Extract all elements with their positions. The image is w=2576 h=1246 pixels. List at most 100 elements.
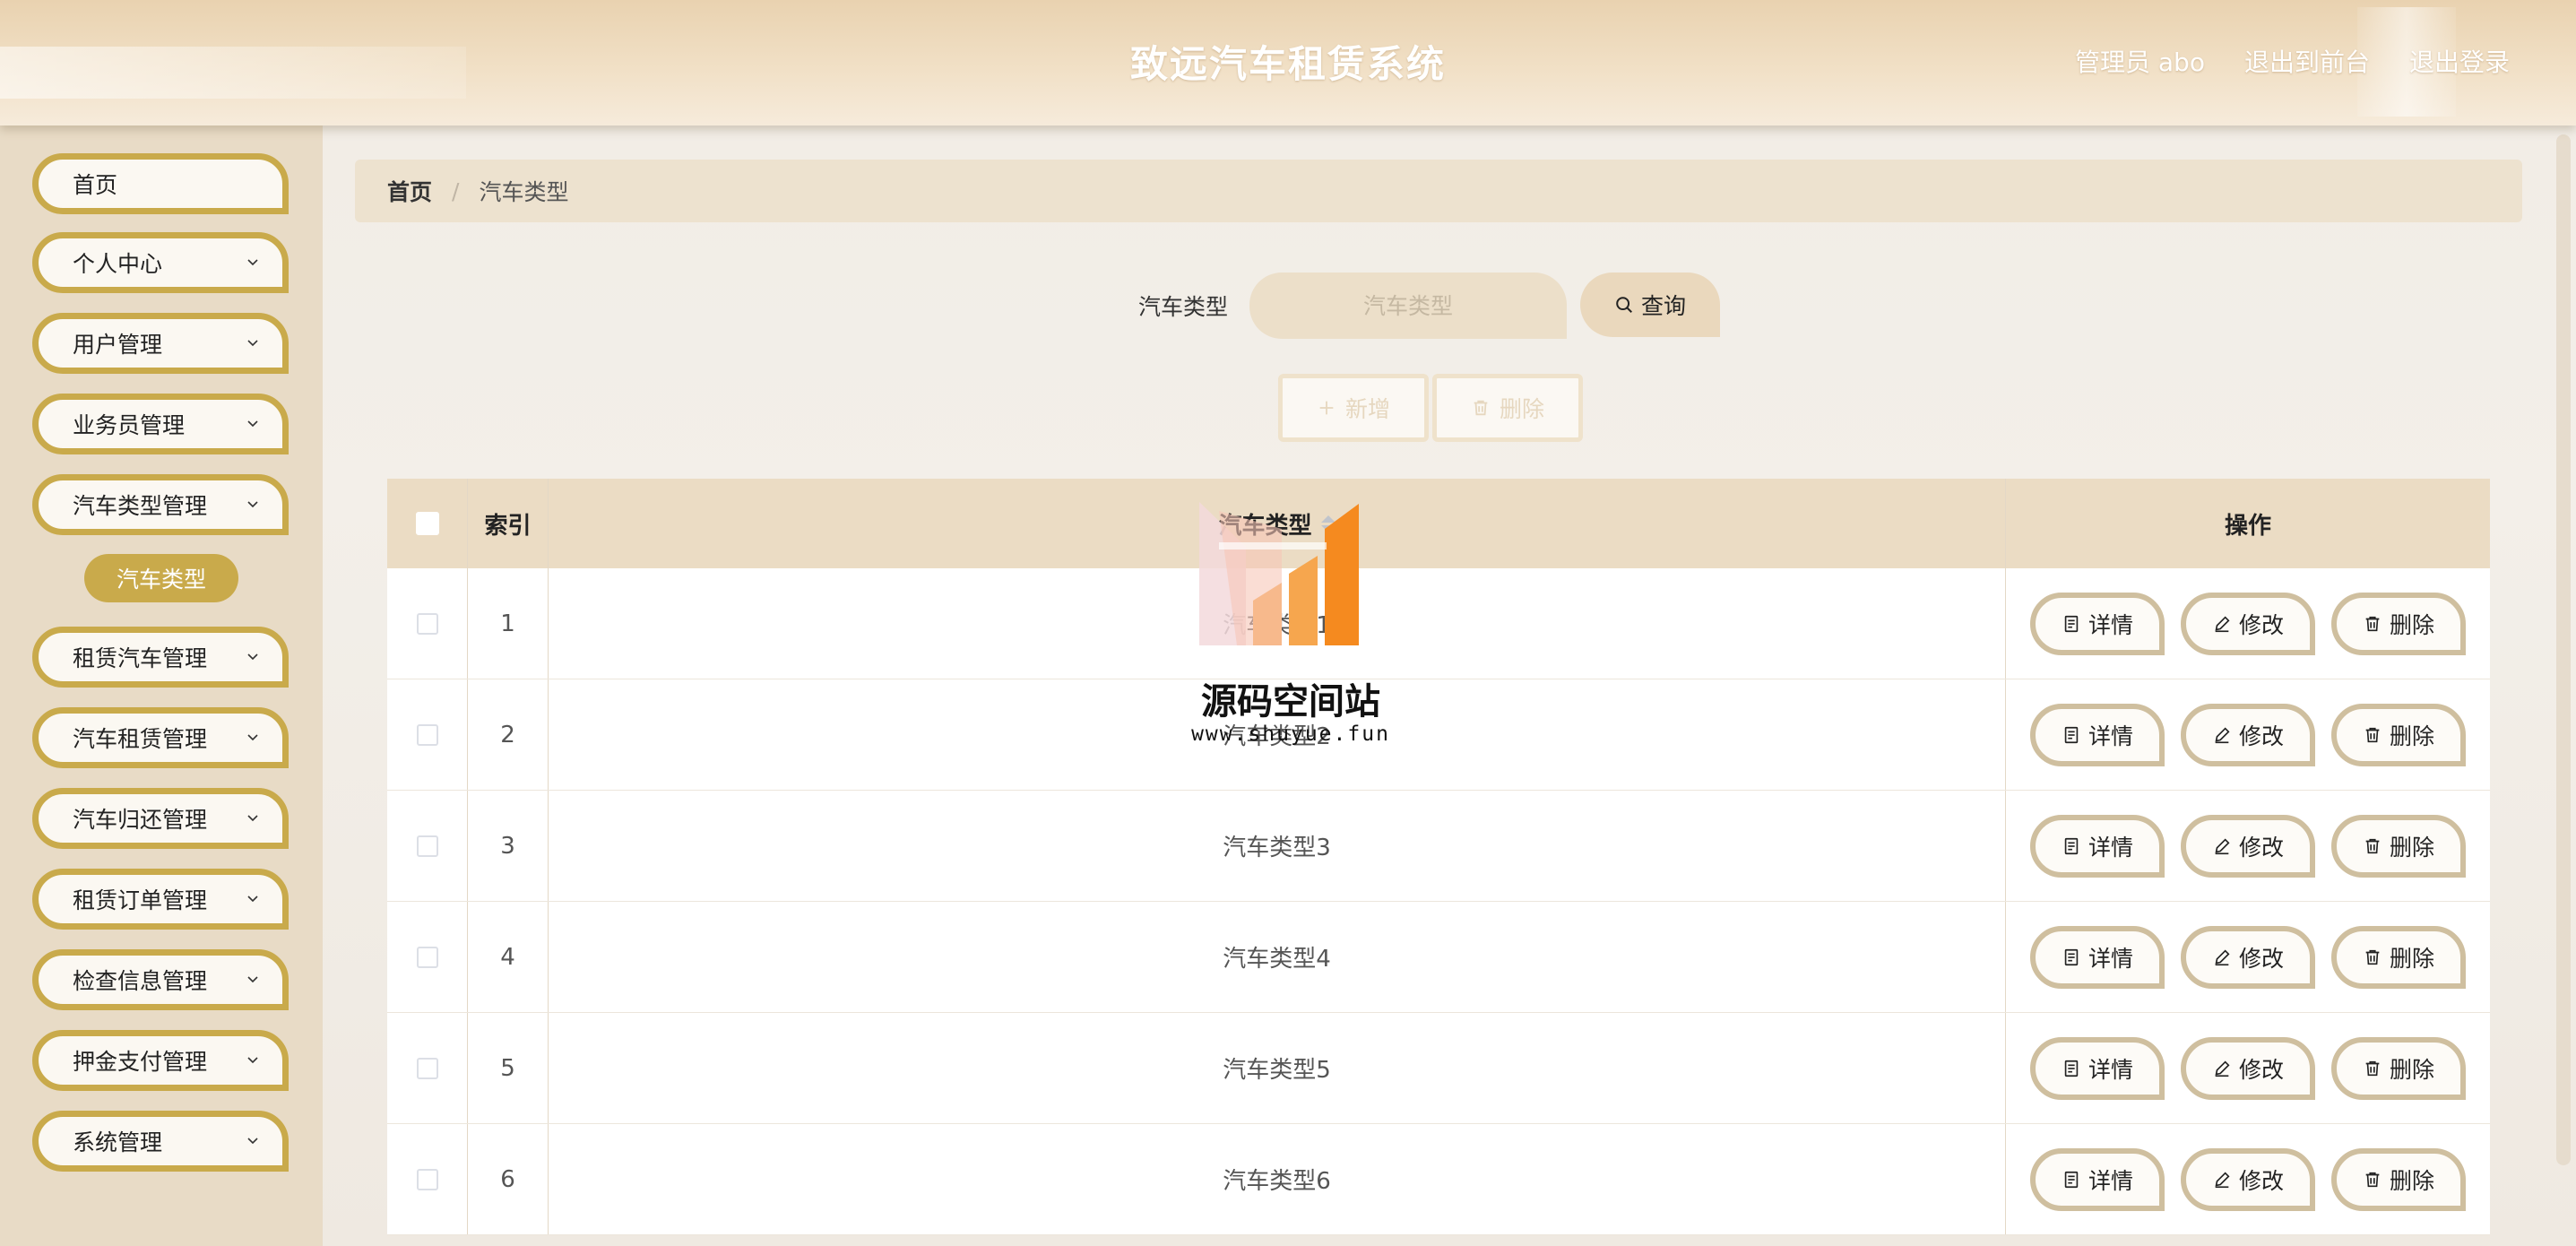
row-checkbox[interactable]: [416, 1057, 438, 1079]
row-checkbox[interactable]: [416, 723, 438, 746]
select-all-checkbox[interactable]: [415, 512, 439, 535]
row-index-value: 5: [500, 1054, 515, 1082]
sidebar-item[interactable]: 汽车租赁管理: [32, 707, 289, 768]
row-actions: 详情 修改 删除: [2006, 791, 2490, 901]
delete-button[interactable]: 删除: [2331, 1036, 2466, 1100]
sidebar-subitem-car-type[interactable]: 汽车类型: [84, 554, 238, 602]
edit-button-label: 修改: [2238, 1167, 2284, 1194]
delete-button[interactable]: 删除: [2331, 814, 2466, 878]
edit-button[interactable]: 修改: [2181, 592, 2315, 655]
row-actions: 详情 修改 删除: [2006, 568, 2490, 679]
detail-button[interactable]: 详情: [2030, 925, 2165, 989]
sidebar-item[interactable]: 汽车归还管理: [32, 788, 289, 849]
sidebar-item[interactable]: 检查信息管理: [32, 949, 289, 1010]
detail-button[interactable]: 详情: [2030, 1036, 2165, 1100]
delete-button-label: 删除: [2389, 1056, 2434, 1083]
row-index: 4: [468, 902, 549, 1012]
edit-button[interactable]: 修改: [2181, 703, 2315, 766]
row-index: 1: [468, 568, 549, 679]
detail-button-label: 详情: [2088, 611, 2133, 638]
sidebar-item[interactable]: 用户管理: [32, 313, 289, 374]
watermark-url: www.shuyue.fun: [1191, 723, 1390, 746]
row-type-value: 汽车类型4: [1223, 946, 1331, 973]
query-button[interactable]: 查询: [1580, 273, 1720, 337]
delete-button[interactable]: 删除: [2331, 925, 2466, 989]
row-check-cell: [387, 902, 468, 1012]
sidebar-item[interactable]: 首页: [32, 153, 289, 214]
exit-to-front-link[interactable]: 退出到前台: [2244, 43, 2370, 79]
detail-button[interactable]: 详情: [2030, 1147, 2165, 1211]
edit-button[interactable]: 修改: [2181, 814, 2315, 878]
batch-delete-button[interactable]: 删除: [1432, 374, 1583, 442]
search-label: 汽车类型: [1138, 294, 1229, 320]
logout-link[interactable]: 退出登录: [2409, 43, 2510, 79]
sidebar-item[interactable]: 个人中心: [32, 232, 289, 293]
row-checkbox[interactable]: [416, 612, 438, 635]
app-root: 致远汽车租赁系统 管理员 abo 退出到前台 退出登录 首页 个人中心 用户管理 业务…: [0, 0, 2576, 1246]
sort-icon[interactable]: [1320, 515, 1336, 532]
breadcrumb-home[interactable]: 首页: [387, 175, 432, 207]
detail-button-label: 详情: [2088, 1167, 2133, 1194]
header-type[interactable]: 汽车类型: [549, 479, 2006, 568]
sidebar-item-label: 检查信息管理: [73, 968, 208, 994]
row-checkbox[interactable]: [416, 835, 438, 857]
delete-button-label: 删除: [2389, 945, 2434, 972]
delete-button[interactable]: 删除: [2331, 703, 2466, 766]
row-check-cell: [387, 791, 468, 901]
edit-button[interactable]: 修改: [2181, 1036, 2315, 1100]
sidebar-item-label: 押金支付管理: [73, 1049, 208, 1075]
edit-button-label: 修改: [2238, 723, 2284, 749]
sidebar-item[interactable]: 租赁订单管理: [32, 869, 289, 930]
pencil-icon: [2215, 615, 2230, 632]
chevron-down-icon: [247, 340, 258, 347]
row-checkbox[interactable]: [416, 946, 438, 968]
current-user: 管理员 abo: [2075, 48, 2205, 77]
detail-button[interactable]: 详情: [2030, 814, 2165, 878]
detail-button[interactable]: 详情: [2030, 592, 2165, 655]
sidebar-item[interactable]: 汽车类型管理: [32, 474, 289, 535]
delete-button[interactable]: 删除: [2331, 1147, 2466, 1211]
row-actions: 详情 修改 删除: [2006, 1013, 2490, 1123]
page-scrollbar[interactable]: [2556, 134, 2571, 1165]
sidebar-item[interactable]: 业务员管理: [32, 394, 289, 454]
detail-button-label: 详情: [2088, 723, 2133, 749]
table-header: 索引 汽车类型 操作: [387, 479, 2490, 568]
row-action-group: 详情 修改 删除: [2030, 1147, 2466, 1211]
sidebar-item[interactable]: 押金支付管理: [32, 1030, 289, 1091]
row-type: 汽车类型5: [549, 1013, 2006, 1123]
edit-button-label: 修改: [2238, 945, 2284, 972]
row-checkbox[interactable]: [416, 1168, 438, 1190]
edit-button[interactable]: 修改: [2181, 1147, 2315, 1211]
breadcrumb-current: 汽车类型: [479, 179, 569, 205]
row-index: 3: [468, 791, 549, 901]
add-button-label: 新增: [1344, 396, 1390, 422]
row-check-cell: [387, 1013, 468, 1123]
document-icon: [2064, 1060, 2079, 1077]
search-icon: [1616, 297, 1632, 313]
delete-button-label: 删除: [2389, 834, 2434, 861]
trash-icon: [2365, 1060, 2380, 1076]
delete-button[interactable]: 删除: [2331, 592, 2466, 655]
detail-button[interactable]: 详情: [2030, 703, 2165, 766]
edit-button-label: 修改: [2238, 834, 2284, 861]
table-row: 5 汽车类型5 详情 修改 删除: [387, 1013, 2490, 1124]
pencil-icon: [2215, 1060, 2230, 1077]
chevron-down-icon: [247, 896, 258, 903]
car-type-search-input[interactable]: [1249, 273, 1567, 339]
sidebar-item[interactable]: 系统管理: [32, 1111, 289, 1172]
edit-button[interactable]: 修改: [2181, 925, 2315, 989]
chevron-down-icon: [247, 501, 258, 508]
edit-button-label: 修改: [2238, 611, 2284, 638]
chevron-down-icon: [247, 259, 258, 266]
row-index-value: 2: [500, 721, 515, 748]
pencil-icon: [2215, 948, 2230, 965]
row-action-group: 详情 修改 删除: [2030, 1036, 2466, 1100]
add-button[interactable]: 新增: [1278, 374, 1429, 442]
row-index-value: 1: [500, 610, 515, 637]
edit-button-label: 修改: [2238, 1056, 2284, 1083]
row-index: 2: [468, 679, 549, 790]
header-actions-label: 操作: [2224, 512, 2271, 540]
sidebar-item[interactable]: 租赁汽车管理: [32, 627, 289, 688]
document-icon: [2064, 1171, 2079, 1188]
table-row: 2 汽车类型2 详情 修改 删除: [387, 679, 2490, 791]
